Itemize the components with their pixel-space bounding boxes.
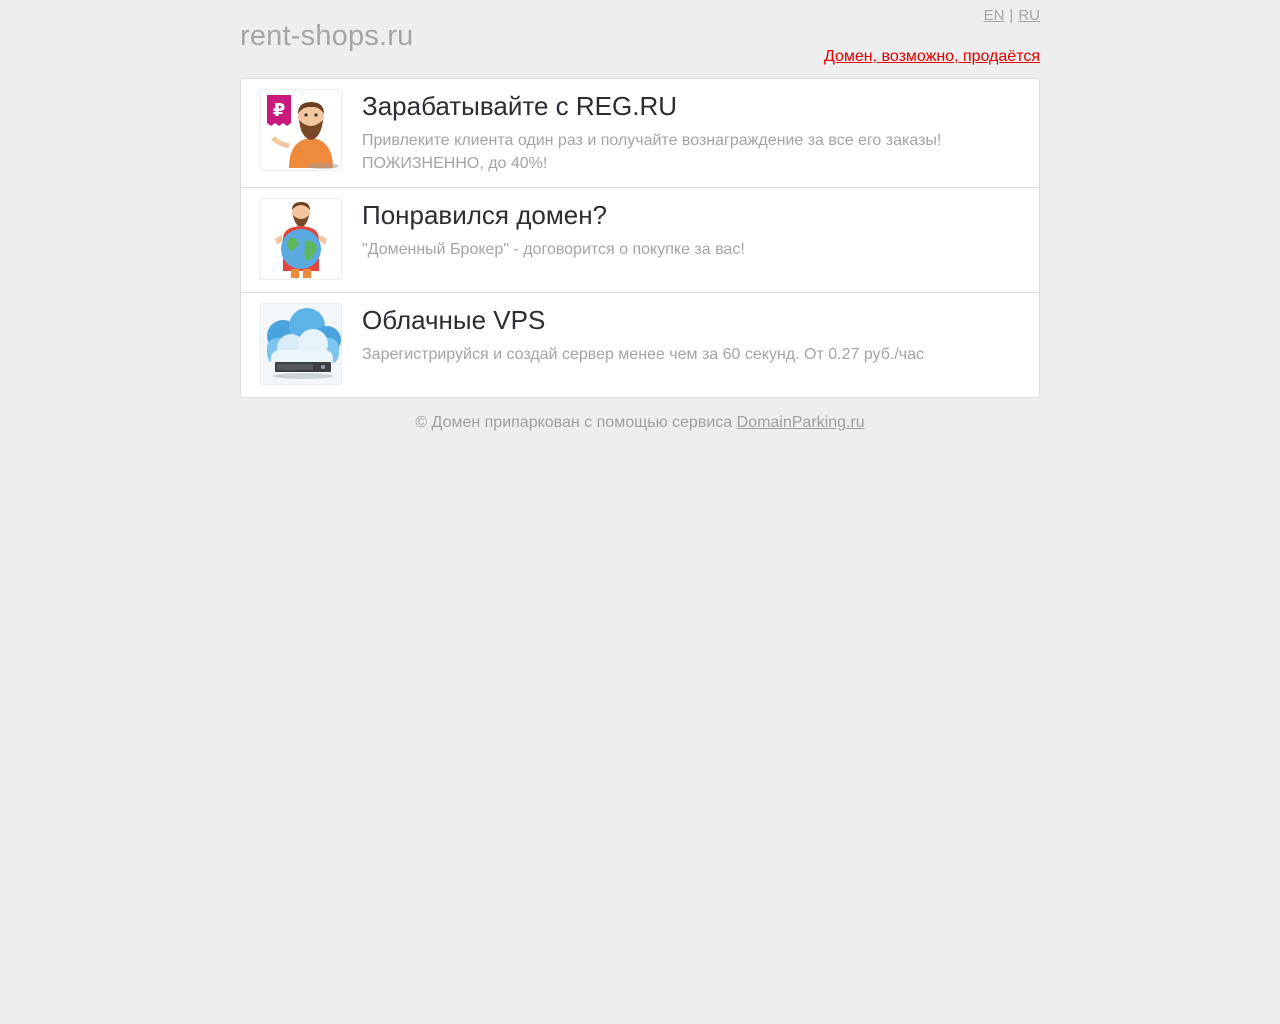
page-container: rent-shops.ru EN | RU Домен, возможно, про… — [240, 0, 1040, 432]
offer-description: Привлеките клиента один раз и получайте … — [362, 132, 942, 172]
domainparking-link[interactable]: DomainParking.ru — [737, 414, 865, 431]
offer-title[interactable]: Облачные VPS — [362, 304, 924, 336]
offer-card-referral[interactable]: ₽ Зарабатывайте с REG.RU Привлеките клие… — [241, 79, 1039, 187]
lang-en-link[interactable]: EN — [984, 7, 1005, 24]
footer: © Домен припаркован с помощью сервиса Do… — [240, 414, 1040, 432]
offer-title[interactable]: Зарабатывайте с REG.RU — [362, 90, 1019, 122]
offer-description: "Доменный Брокер" - договорится о покупк… — [362, 241, 745, 258]
globe-man-icon — [260, 198, 342, 280]
offer-card-vps[interactable]: Облачные VPS Зарегистрируйся и создай се… — [241, 292, 1039, 397]
site-title: rent-shops.ru — [240, 20, 414, 52]
offer-card-body: Понравился домен? "Доменный Брокер" - до… — [362, 198, 745, 261]
lang-separator: | — [1009, 7, 1014, 24]
offer-title[interactable]: Понравился домен? — [362, 199, 745, 231]
offer-card-body: Облачные VPS Зарегистрируйся и создай се… — [362, 303, 924, 366]
header: rent-shops.ru EN | RU Домен, возможно, про… — [240, 0, 1040, 78]
offers-list: ₽ Зарабатывайте с REG.RU Привлеките клие… — [240, 78, 1040, 398]
language-switcher: EN | RU — [984, 7, 1040, 24]
lang-ru-link[interactable]: RU — [1018, 7, 1040, 24]
offer-card-broker[interactable]: Понравился домен? "Доменный Брокер" - до… — [241, 187, 1039, 292]
footer-text: © Домен припаркован с помощью сервиса — [415, 414, 737, 431]
domain-for-sale-link[interactable]: Домен, возможно, продаётся — [824, 48, 1040, 66]
svg-text:₽: ₽ — [273, 100, 286, 121]
cloud-server-icon — [260, 303, 342, 385]
ruble-man-icon: ₽ — [260, 89, 342, 171]
offer-card-body: Зарабатывайте с REG.RU Привлеките клиент… — [362, 89, 1019, 175]
offer-description: Зарегистрируйся и создай сервер менее че… — [362, 346, 925, 363]
